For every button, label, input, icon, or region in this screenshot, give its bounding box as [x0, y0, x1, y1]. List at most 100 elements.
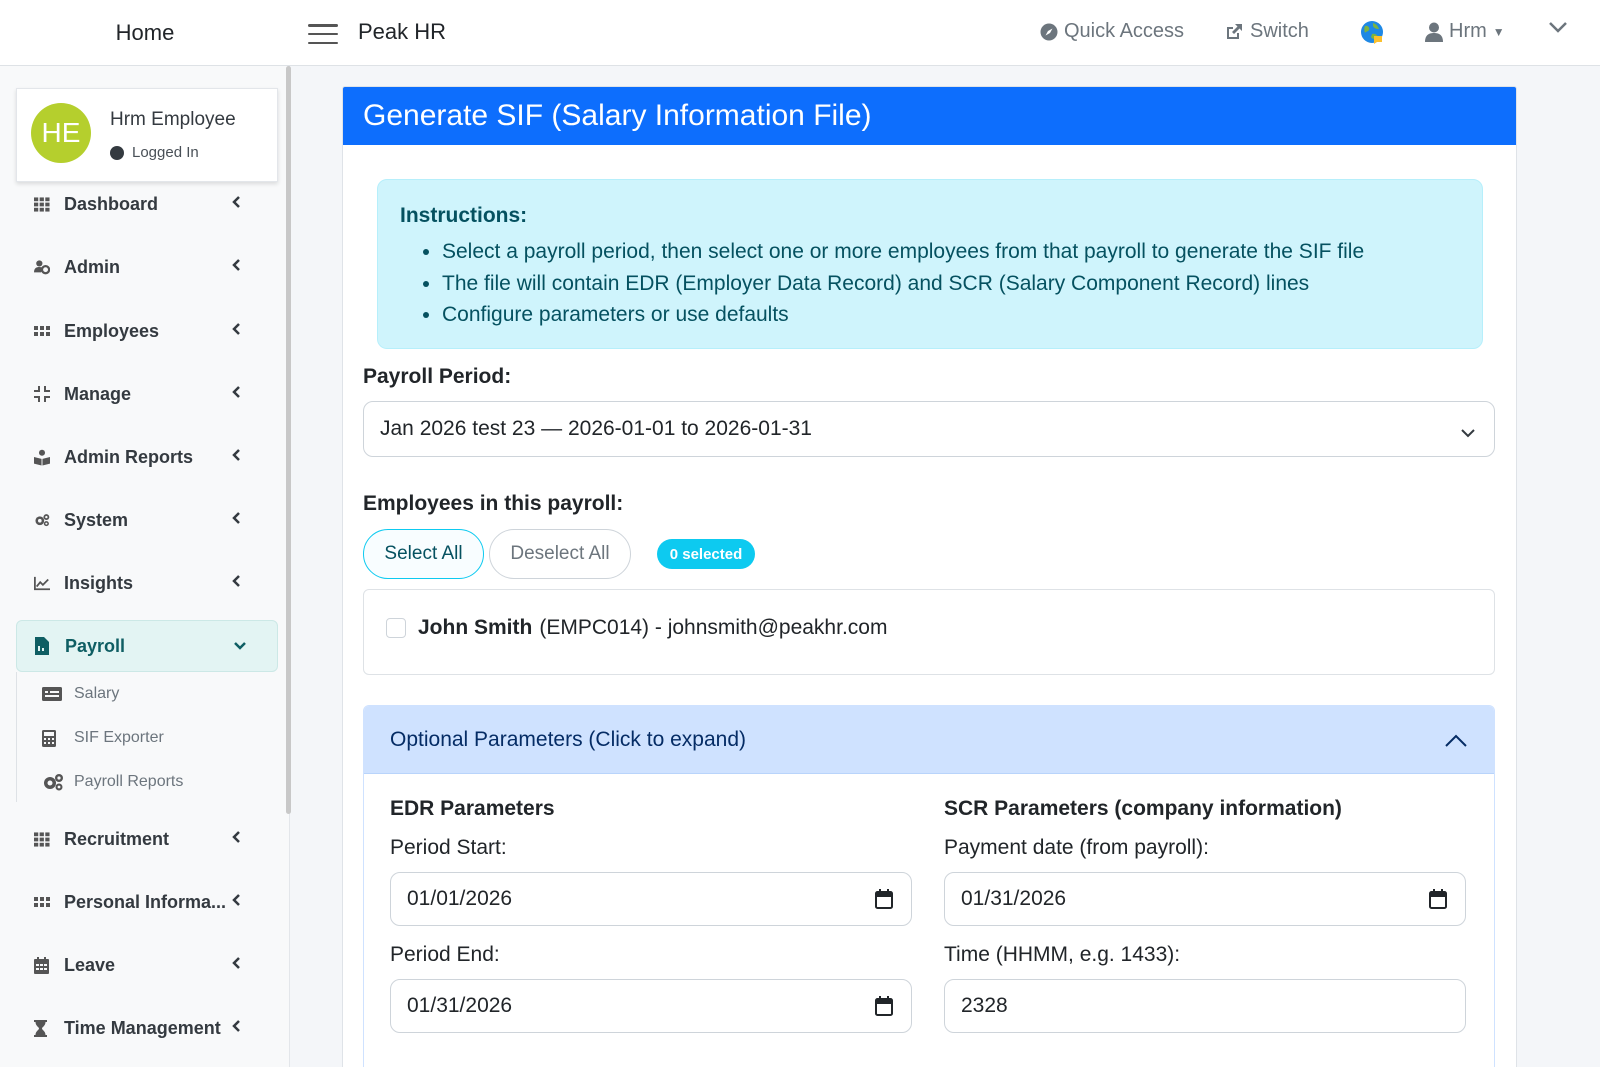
- caret-left-icon: [232, 574, 246, 592]
- select-all-button[interactable]: Select All: [363, 529, 484, 579]
- file-invoice-icon: [17, 637, 51, 655]
- sidebar-subitem-label: Salary: [74, 685, 120, 702]
- caret-left-icon: [232, 893, 246, 911]
- deselect-all-button[interactable]: Deselect All: [489, 529, 631, 579]
- selected-count-badge: 0 selected: [657, 539, 755, 569]
- chevron-up-icon: [1444, 730, 1468, 754]
- sidebar-item-employees[interactable]: Employees: [16, 305, 278, 357]
- chevron-down-icon[interactable]: [1548, 20, 1568, 34]
- sidebar-item-time-management[interactable]: Time Management: [16, 1002, 278, 1054]
- sidebar-subitem-sif-exporter[interactable]: SIF Exporter: [42, 724, 164, 752]
- instruction-item: Select a payroll period, then select one…: [442, 236, 1460, 268]
- edr-parameters-title: EDR Parameters: [390, 797, 555, 820]
- time-value: 2328: [961, 994, 1008, 1017]
- period-end-value: 01/31/2026: [407, 994, 513, 1017]
- employee-detail: (EMPC014) - johnsmith@peakhr.com: [539, 616, 888, 639]
- avatar: HE: [31, 103, 91, 163]
- optional-parameters-toggle[interactable]: Optional Parameters (Click to expand): [364, 706, 1494, 774]
- caret-down-icon: [233, 638, 247, 656]
- sidebar-item-insights[interactable]: Insights: [16, 557, 278, 609]
- page-title: Generate SIF (Salary Information File): [343, 87, 1516, 145]
- time-label: Time (HHMM, e.g. 1433):: [944, 943, 1181, 966]
- sidebar-item-admin[interactable]: Admin: [16, 241, 278, 293]
- employee-name: John Smith: [418, 616, 533, 639]
- time-input[interactable]: 2328: [944, 979, 1466, 1033]
- sidebar-item-dashboard[interactable]: Dashboard: [16, 178, 278, 230]
- grid-icon: [16, 831, 50, 847]
- sidebar-item-admin-reports[interactable]: Admin Reports: [16, 431, 278, 483]
- caret-left-icon: [232, 956, 246, 974]
- period-end-input[interactable]: 01/31/2026: [390, 979, 912, 1033]
- home-link[interactable]: Home: [0, 0, 290, 66]
- cogs-icon: [16, 511, 50, 529]
- sidebar-subitem-salary[interactable]: Salary: [42, 680, 119, 708]
- book-reader-icon: [16, 449, 50, 466]
- switch-link[interactable]: Switch: [1224, 20, 1309, 43]
- payment-date-input[interactable]: 01/31/2026: [944, 872, 1466, 926]
- compress-icon: [16, 386, 50, 402]
- chart-line-icon: [16, 576, 50, 591]
- payroll-period-select[interactable]: Jan 2026 test 23 — 2026-01-01 to 2026-01…: [363, 401, 1495, 457]
- users-cog-icon: [16, 259, 50, 275]
- user-label: Hrm: [1449, 20, 1487, 42]
- user-status: Logged In: [110, 144, 199, 161]
- period-start-input[interactable]: 01/01/2026: [390, 872, 912, 926]
- calendar-icon: [16, 956, 50, 974]
- calendar-icon[interactable]: [875, 889, 893, 915]
- sidebar-item-leave[interactable]: Leave: [16, 939, 278, 991]
- switch-label: Switch: [1250, 20, 1309, 42]
- caret-down-icon: ▼: [1492, 24, 1505, 39]
- instructions-heading: Instructions:: [400, 204, 528, 227]
- period-start-value: 01/01/2026: [407, 887, 513, 910]
- language-globe-icon[interactable]: [1360, 20, 1384, 44]
- sidebar-item-recruitment[interactable]: Recruitment: [16, 813, 278, 865]
- user-name: Hrm Employee: [110, 109, 236, 130]
- optional-parameters-label: Optional Parameters (Click to expand): [390, 727, 746, 751]
- hourglass-icon: [16, 1019, 50, 1037]
- sidebar-subitem-label: SIF Exporter: [74, 729, 164, 746]
- user-dropdown[interactable]: Hrm ▼: [1425, 20, 1505, 43]
- sidebar-item-system[interactable]: System: [16, 494, 278, 546]
- caret-left-icon: [232, 195, 246, 213]
- grid-small-icon: [16, 896, 50, 908]
- top-navbar: Home Peak HR Quick Access Switch Hrm ▼: [0, 0, 1600, 66]
- payment-date-value: 01/31/2026: [961, 887, 1067, 910]
- sidebar-item-personal-information[interactable]: Personal Informa...: [16, 876, 278, 928]
- sidebar-subitem-label: Payroll Reports: [74, 773, 184, 790]
- instruction-item: Configure parameters or use defaults: [442, 299, 1460, 331]
- payroll-period-label: Payroll Period:: [363, 365, 512, 388]
- payroll-period-value: Jan 2026 test 23 — 2026-01-01 to 2026-01…: [380, 417, 812, 440]
- caret-left-icon: [232, 258, 246, 276]
- cogs-icon: [42, 773, 64, 791]
- employee-row[interactable]: John Smith (EMPC014) - johnsmith@peakhr.…: [386, 616, 887, 640]
- sidebar-item-payroll[interactable]: Payroll: [16, 620, 278, 672]
- period-end-label: Period End:: [390, 943, 500, 966]
- calculator-icon: [42, 729, 64, 747]
- scr-parameters-title: SCR Parameters (company information): [944, 797, 1342, 820]
- employee-checkbox[interactable]: [386, 618, 406, 638]
- user-icon: [1425, 22, 1443, 42]
- sidebar-subitem-payroll-reports[interactable]: Payroll Reports: [42, 768, 183, 796]
- instruction-item: The file will contain EDR (Employer Data…: [442, 268, 1460, 300]
- calendar-icon[interactable]: [1429, 889, 1447, 915]
- sidebar-scrollbar[interactable]: [286, 66, 291, 814]
- hamburger-menu-icon[interactable]: [308, 24, 338, 44]
- compass-icon: [1040, 23, 1058, 40]
- caret-left-icon: [232, 448, 246, 466]
- quick-access-label: Quick Access: [1064, 20, 1185, 42]
- caret-left-icon: [232, 830, 246, 848]
- app-title: Peak HR: [358, 19, 447, 44]
- grid-small-icon: [16, 325, 50, 337]
- caret-left-icon: [232, 1019, 246, 1037]
- instructions-alert: Instructions: Select a payroll period, t…: [377, 179, 1483, 349]
- submenu-divider: [16, 672, 17, 802]
- employees-label: Employees in this payroll:: [363, 492, 624, 515]
- employee-list: John Smith (EMPC014) - johnsmith@peakhr.…: [363, 589, 1495, 675]
- quick-access-link[interactable]: Quick Access: [1040, 20, 1184, 43]
- calendar-icon[interactable]: [875, 996, 893, 1022]
- caret-left-icon: [232, 511, 246, 529]
- user-panel: HE Hrm Employee Logged In: [16, 88, 278, 182]
- caret-left-icon: [232, 322, 246, 340]
- chevron-down-icon: [1460, 420, 1476, 444]
- sidebar-item-manage[interactable]: Manage: [16, 368, 278, 420]
